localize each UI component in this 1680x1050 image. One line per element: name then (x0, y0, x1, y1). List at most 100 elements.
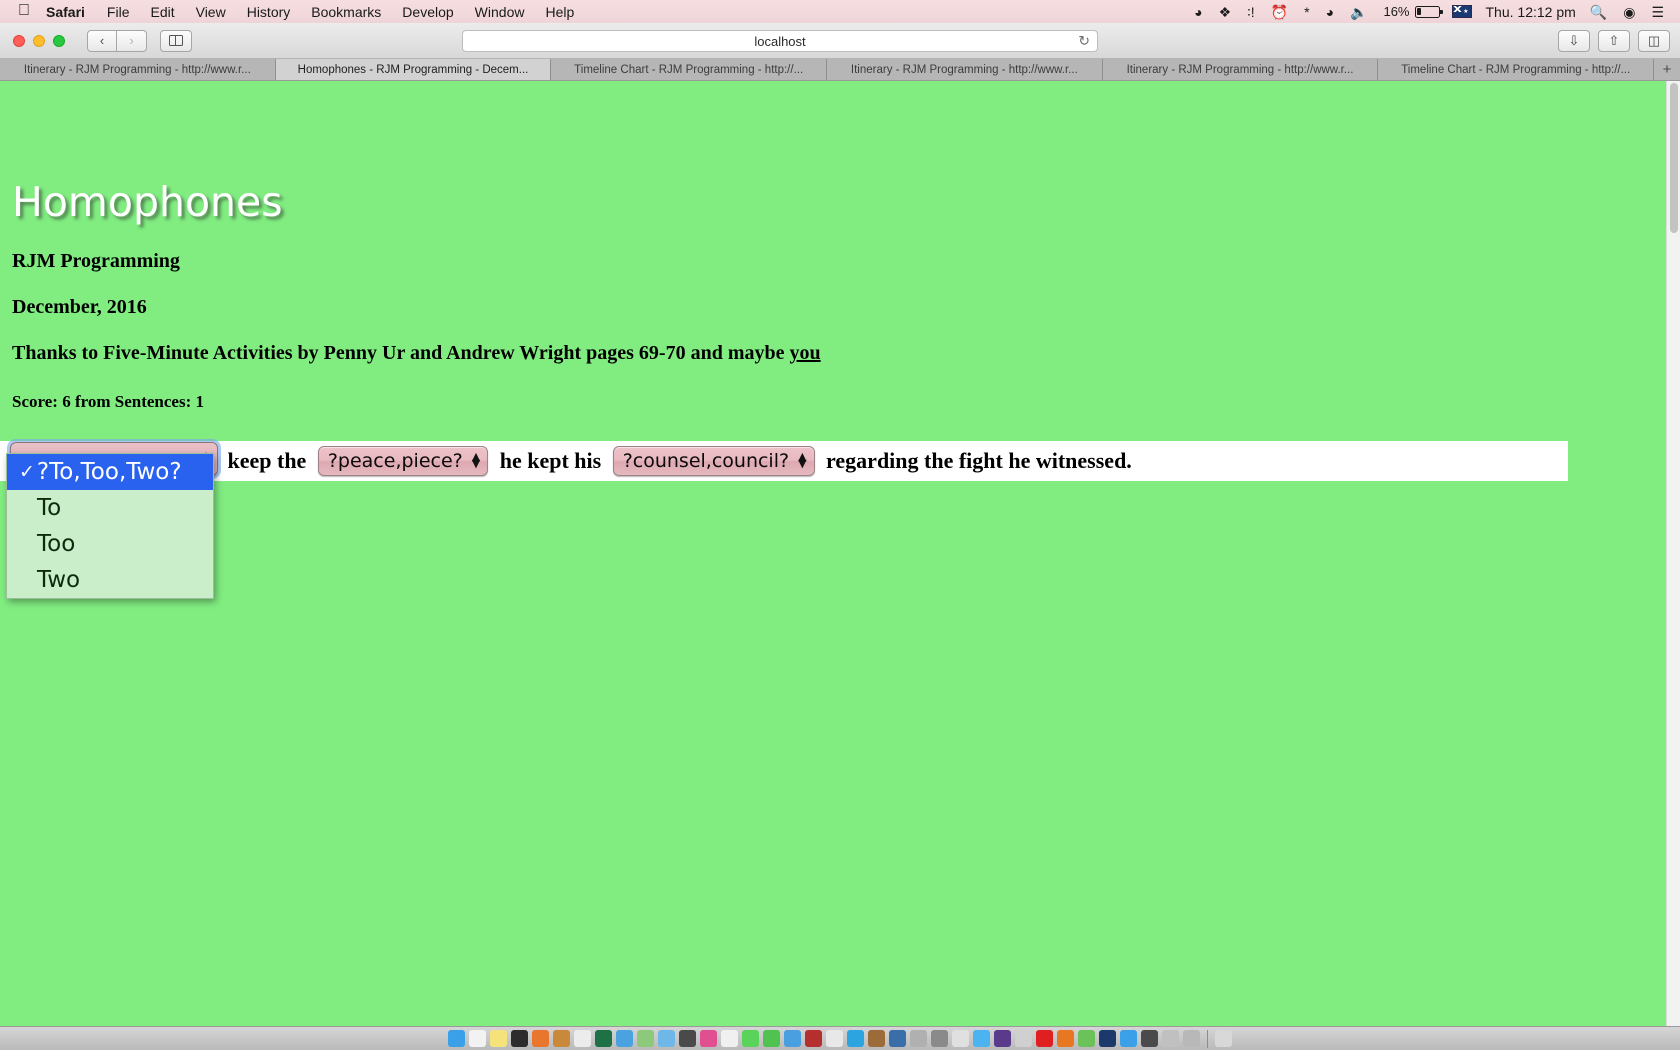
dock-item-xcode[interactable] (889, 1030, 906, 1047)
address-bar[interactable]: localhost ↻ (462, 30, 1098, 52)
dock-item-mail[interactable] (616, 1030, 633, 1047)
time-machine-icon[interactable]: ⏰ (1271, 5, 1288, 19)
dock-item-trash[interactable] (1215, 1030, 1232, 1047)
airplay-icon[interactable]: ◕ (1194, 5, 1202, 19)
browser-toolbar: ‹ › localhost ↻ ⇩ ⇧ ◫ (0, 23, 1680, 59)
menu-bar-clock[interactable]: Thu. 12:12 pm (1486, 4, 1576, 20)
close-window-button[interactable] (13, 34, 25, 47)
dock-item-safari[interactable] (973, 1030, 990, 1047)
score-line: Score: 6 from Sentences: 1 (12, 392, 204, 411)
menu-item-view[interactable]: View (196, 4, 226, 20)
dock-item-notes[interactable] (490, 1030, 507, 1047)
dock-item-opera[interactable] (1036, 1030, 1053, 1047)
dock-item-firefox[interactable] (532, 1030, 549, 1047)
back-chevron-icon[interactable]: ‹ (87, 29, 117, 52)
dock-item-contacts[interactable] (553, 1030, 570, 1047)
apple-menu-icon[interactable]:  (18, 2, 30, 19)
dock-item-github[interactable] (1141, 1030, 1158, 1047)
menu-item-help[interactable]: Help (545, 4, 574, 20)
wifi-icon[interactable]: ◕ (1326, 5, 1334, 19)
minimize-window-button[interactable] (33, 34, 45, 47)
homophone-select-2[interactable]: ?peace,piece? ▲ ▼ (317, 446, 489, 476)
dock-item-itunes[interactable] (700, 1030, 717, 1047)
safari-window: ‹ › localhost ↻ ⇩ ⇧ ◫ Itinerary - RJM Pr… (0, 23, 1680, 1026)
dock-item-systemprefs[interactable] (931, 1030, 948, 1047)
dock-item-terminal[interactable] (511, 1030, 528, 1047)
sidebar-icon[interactable] (160, 29, 192, 52)
dock-item-excel[interactable] (595, 1030, 612, 1047)
dock-item-notes2[interactable] (1015, 1030, 1032, 1047)
keyboard-brightness-icon[interactable]: ∶! (1247, 5, 1255, 19)
dropdown-option-1[interactable]: To (7, 490, 213, 526)
dropdown-option-3[interactable]: Two (7, 562, 213, 598)
bluetooth-icon[interactable]: * (1304, 5, 1309, 19)
dock-item-android[interactable] (1078, 1030, 1095, 1047)
dropdown-option-0[interactable]: ✓ ?To,Too,Two? (7, 454, 213, 490)
battery-percent-label: 16% (1383, 4, 1410, 19)
menu-item-edit[interactable]: Edit (150, 4, 174, 20)
homophone-select-3[interactable]: ?counsel,council? ▲ ▼ (612, 446, 815, 476)
download-icon[interactable]: ⇩ (1558, 30, 1590, 52)
show-all-tabs-icon[interactable]: ◫ (1638, 30, 1670, 52)
dropdown-option-2[interactable]: Too (7, 526, 213, 562)
dock-item-appstore[interactable] (784, 1030, 801, 1047)
browser-tab-5[interactable]: Itinerary - RJM Programming - http://www… (1102, 59, 1379, 80)
dock-item-facetime[interactable] (763, 1030, 780, 1047)
menu-item-history[interactable]: History (247, 4, 291, 20)
dropdown-option-label: ?To,Too,Two? (36, 459, 182, 485)
dock-item-calendar[interactable] (574, 1030, 591, 1047)
menu-bar-status-area: ◕ ❖ ∶! ⏰ * ◕ 🔈 16% Thu. 12:12 pm 🔍 ◉ ☰ (1194, 4, 1680, 20)
toolbar-right-buttons: ⇩ ⇧ ◫ (1550, 30, 1670, 52)
menu-item-file[interactable]: File (107, 4, 130, 20)
new-tab-button[interactable]: + (1654, 59, 1680, 80)
dock-item-chrome[interactable] (826, 1030, 843, 1047)
australia-flag-icon[interactable] (1451, 5, 1472, 18)
dock-item-vlc[interactable] (1057, 1030, 1074, 1047)
select-2-value: ?peace,piece? (327, 450, 463, 472)
credits-link[interactable]: you (789, 342, 820, 364)
reload-icon[interactable]: ↻ (1078, 33, 1090, 50)
dock-item-automator[interactable] (910, 1030, 927, 1047)
dock-item-messages[interactable] (742, 1030, 759, 1047)
dock-item-finder[interactable] (448, 1030, 465, 1047)
dock-item-tweetbot[interactable] (1120, 1030, 1137, 1047)
menu-item-window[interactable]: Window (475, 4, 525, 20)
dock-item-calculator[interactable] (679, 1030, 696, 1047)
dock-item-help[interactable] (952, 1030, 969, 1047)
dock-item-finder2[interactable] (1183, 1030, 1200, 1047)
checkmark-icon: ✓ (19, 461, 35, 483)
zoom-window-button[interactable] (53, 34, 65, 47)
search-icon[interactable]: 🔍 (1590, 5, 1607, 19)
browser-tab-4[interactable]: Itinerary - RJM Programming - http://www… (827, 59, 1103, 80)
volume-icon[interactable]: 🔈 (1350, 5, 1367, 19)
dock-item-maps[interactable] (637, 1030, 654, 1047)
dock-item-preview[interactable] (658, 1030, 675, 1047)
siri-icon[interactable]: ◉ (1623, 5, 1635, 19)
menu-item-develop[interactable]: Develop (402, 4, 453, 20)
browser-tab-2-active[interactable]: Homophones - RJM Programming - Decem... (275, 59, 552, 80)
browser-tab-1[interactable]: Itinerary - RJM Programming - http://www… (0, 59, 276, 80)
notification-center-icon[interactable]: ☰ (1651, 5, 1664, 19)
vertical-scrollbar[interactable] (1666, 81, 1680, 1026)
dock-item-photos[interactable] (721, 1030, 738, 1047)
scrollbar-thumb[interactable] (1670, 83, 1678, 233)
dock-item-dictionary[interactable] (868, 1030, 885, 1047)
dock-item-skype[interactable] (847, 1030, 864, 1047)
dock-item-photoshop[interactable] (1099, 1030, 1116, 1047)
share-icon[interactable]: ⇧ (1598, 30, 1630, 52)
menu-item-bookmarks[interactable]: Bookmarks (311, 4, 381, 20)
sentence-text-3: regarding the fight he witnessed. (820, 448, 1138, 473)
dropbox-icon[interactable]: ❖ (1219, 5, 1232, 19)
sentence-row: keep the ?peace,piece? ▲ ▼ he kept his ?c… (0, 441, 1568, 481)
browser-tab-6[interactable]: Timeline Chart - RJM Programming - http:… (1378, 59, 1655, 80)
menu-item-safari[interactable]: Safari (46, 4, 85, 20)
browser-tab-3[interactable]: Timeline Chart - RJM Programming - http:… (551, 59, 828, 80)
dock-item-eclipse[interactable] (994, 1030, 1011, 1047)
dock-item-filezilla[interactable] (805, 1030, 822, 1047)
homophone-select-1-dropdown[interactable]: ✓ ?To,Too,Two? To Too Two (6, 453, 214, 599)
tab-label: Timeline Chart - RJM Programming - http:… (1401, 63, 1631, 76)
forward-chevron-icon[interactable]: › (117, 29, 147, 52)
battery-icon[interactable] (1414, 5, 1443, 18)
dock-item-textedit[interactable] (469, 1030, 486, 1047)
dock-item-screen[interactable] (1162, 1030, 1179, 1047)
